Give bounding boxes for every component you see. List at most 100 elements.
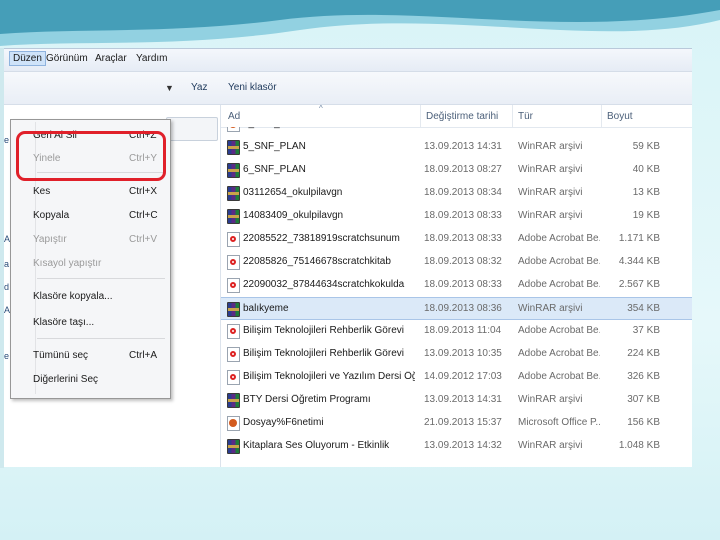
file-date: 13.09.2013 10:35 [424, 348, 502, 359]
file-name: 03112654_okulpilavgn [243, 187, 343, 198]
file-row[interactable]: 5_SNF_PLAN 21.09.2013 15:25 Microsoft Offi… [221, 127, 692, 135]
file-name: Dosyay%F6netimi [243, 417, 324, 428]
file-row[interactable]: 03112654_okulpilavgn 18.09.2013 08:34 WinR… [221, 182, 692, 204]
menu-item-cut[interactable]: Kes Ctrl+X [13, 182, 167, 202]
menu-item-shortcut: Ctrl+X [129, 186, 158, 197]
chevron-down-icon[interactable]: ▼ [165, 83, 174, 93]
nav-glyph: e [4, 135, 10, 145]
file-name: balıkyeme [243, 303, 289, 314]
menu-item-label: Yinele [33, 153, 61, 164]
menu-tools[interactable]: Araçlar [95, 53, 127, 64]
menu-item-label: Kopyala [33, 210, 70, 221]
file-row[interactable]: Dosyay%F6netimi 21.09.2013 15:37 Microsoft… [221, 412, 692, 434]
file-type: WinRAR arşivi [518, 303, 583, 314]
file-row[interactable]: 22085826_75146678scratchkitab 18.09.2013 … [221, 251, 692, 273]
file-row[interactable]: 6_SNF_PLAN 18.09.2013 08:27 WinRAR arşivi 4… [221, 159, 692, 181]
menu-item-invert-selection[interactable]: Diğerlerini Seç [13, 370, 167, 390]
file-name: Bilişim Teknolojileri Rehberlik Görevi [243, 348, 404, 359]
edit-menu-dropdown: Geri Al Sil Ctrl+Z Yinele Ctrl+Y Kes Ctr… [10, 119, 171, 399]
menu-item-paste[interactable]: Yapıştır Ctrl+V [13, 230, 167, 250]
file-name: Bilişim Teknolojileri Rehberlik Görevi [243, 325, 404, 336]
column-divider[interactable] [601, 105, 602, 127]
file-row[interactable]: Bilişim Teknolojileri Rehberlik Görevi 13… [221, 343, 692, 365]
file-row[interactable]: Bilişim Teknolojileri Rehberlik Görevi 18… [221, 320, 692, 342]
file-date: 18.09.2013 08:33 [424, 279, 502, 290]
nav-glyph: a [4, 259, 10, 269]
column-type[interactable]: Tür [518, 111, 533, 122]
pdf-file-icon [227, 255, 240, 270]
file-date: 21.09.2013 15:25 [424, 127, 508, 129]
rar-file-icon [227, 209, 240, 224]
file-size: 156 KB [627, 417, 660, 428]
column-size[interactable]: Boyut [607, 111, 633, 122]
column-date[interactable]: Değiştirme tarihi [426, 111, 498, 122]
rar-file-icon [227, 302, 240, 317]
nav-glyph: d [4, 282, 10, 292]
file-name: 22085826_75146678scratchkitab [243, 256, 391, 267]
menu-item-label: Klasöre kopyala... [33, 291, 113, 302]
menu-bar: Düzen Görünüm Araçlar Yardım [4, 49, 692, 72]
menu-item-copy-to-folder[interactable]: Klasöre kopyala... [13, 287, 167, 307]
nav-scroll-box[interactable] [166, 117, 218, 141]
file-row[interactable]: 5_SNF_PLAN 13.09.2013 14:31 WinRAR arşivi 5… [221, 136, 692, 158]
menu-edit[interactable]: Düzen [9, 51, 46, 66]
file-row[interactable]: Kitaplara Ses Oluyorum - Etkinlik 13.09.2… [221, 435, 692, 457]
menu-help[interactable]: Yardım [136, 53, 168, 64]
pdf-file-icon [227, 232, 240, 247]
ppt-file-icon [227, 416, 240, 431]
pdf-file-icon [227, 370, 240, 385]
file-type: Adobe Acrobat Be... [518, 279, 600, 290]
column-divider[interactable] [512, 105, 513, 127]
menu-item-label: Tümünü seç [33, 350, 89, 361]
pdf-file-icon [227, 347, 240, 362]
menu-item-redo[interactable]: Yinele Ctrl+Y [13, 149, 167, 169]
menu-item-copy[interactable]: Kopyala Ctrl+C [13, 206, 167, 226]
print-button[interactable]: Yaz [191, 82, 208, 93]
menu-item-move-to-folder[interactable]: Klasöre taşı... [13, 313, 167, 333]
file-row[interactable]: balıkyeme 18.09.2013 08:36 WinRAR arşivi 35… [221, 297, 692, 320]
file-row[interactable]: Bilişim Teknolojileri ve Yazılım Dersi Ö… [221, 366, 692, 388]
column-divider[interactable] [420, 105, 421, 127]
menu-item-shortcut: Ctrl+A [129, 350, 158, 361]
menu-item-undo[interactable]: Geri Al Sil Ctrl+Z [13, 126, 167, 146]
menu-item-select-all[interactable]: Tümünü seç Ctrl+A [13, 346, 167, 366]
new-folder-button[interactable]: Yeni klasör [228, 82, 277, 93]
file-row[interactable]: 14083409_okulpilavgn 18.09.2013 08:33 WinR… [221, 205, 692, 227]
column-header: ^ Ad Değiştirme tarihi Tür Boyut [221, 104, 692, 128]
file-date: 18.09.2013 11:04 [424, 325, 502, 336]
column-name[interactable]: Ad [228, 111, 240, 122]
menu-separator [37, 172, 165, 173]
file-size: 224 KB [627, 348, 660, 359]
file-date: 13.09.2013 14:31 [424, 394, 502, 405]
file-name: 22090032_87844634scratchkokulda [243, 279, 405, 290]
file-name: BTY Dersi Öğretim Programı [243, 394, 371, 405]
file-type: WinRAR arşivi [518, 187, 583, 198]
file-row[interactable]: 22090032_87844634scratchkokulda 18.09.201… [221, 274, 692, 296]
rar-file-icon [227, 140, 240, 155]
file-size: 1.048 KB [618, 440, 660, 451]
file-size: 37 KB [632, 325, 660, 336]
file-type: Adobe Acrobat Be... [518, 233, 600, 244]
menu-item-label: Kes [33, 186, 51, 197]
sort-arrow-icon: ^ [319, 104, 323, 113]
menu-item-paste-shortcut[interactable]: Kısayol yapıştır [13, 254, 167, 274]
file-date: 18.09.2013 08:36 [424, 303, 502, 314]
menu-separator [37, 278, 165, 279]
file-type: WinRAR arşivi [518, 440, 583, 451]
file-date: 21.09.2013 15:37 [424, 417, 502, 428]
file-name: 22085522_73818919scratchsunum [243, 233, 400, 244]
file-type: Microsoft Office P... [518, 417, 600, 428]
file-name: 6_SNF_PLAN [243, 164, 306, 175]
file-size: 40 KB [632, 164, 660, 175]
file-type: Adobe Acrobat Be... [518, 348, 600, 359]
file-row[interactable]: BTY Dersi Öğretim Programı 13.09.2013 14:… [221, 389, 692, 411]
menu-view[interactable]: Görünüm [46, 53, 88, 64]
file-size: 4.344 KB [618, 256, 660, 267]
menu-item-label: Klasöre taşı... [33, 317, 95, 328]
file-row[interactable]: 22085522_73818919scratchsunum 18.09.2013 … [221, 228, 692, 250]
file-size: 13 KB [632, 187, 660, 198]
file-name: 14083409_okulpilavgn [243, 210, 344, 221]
file-size: 354 KB [627, 303, 660, 314]
menu-item-label: Diğerlerini Seç [33, 374, 99, 385]
file-type: WinRAR arşivi [518, 164, 583, 175]
